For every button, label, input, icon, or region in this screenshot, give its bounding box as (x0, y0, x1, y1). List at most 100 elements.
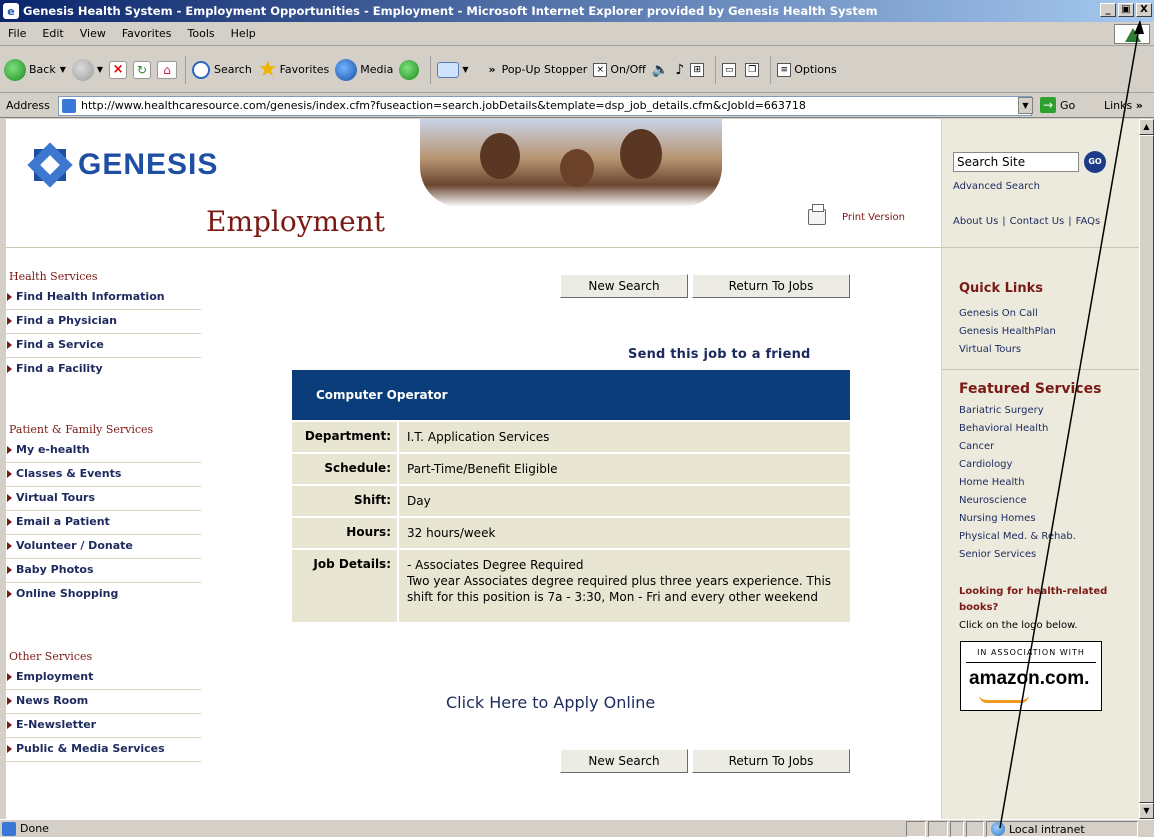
menu-tools[interactable]: Tools (180, 27, 223, 40)
refresh-icon: ↻ (133, 60, 152, 79)
nav-e-newsletter[interactable]: E-Newsletter (6, 714, 201, 738)
menu-bar: File Edit View Favorites Tools Help (0, 22, 1154, 46)
address-input[interactable]: http://www.healthcaresource.com/genesis/… (58, 96, 1032, 116)
mail-button[interactable]: ▼ (437, 61, 468, 78)
quick-link-healthplan[interactable]: Genesis HealthPlan (959, 323, 1056, 341)
folder-button[interactable]: ▭ (722, 62, 739, 77)
popup-onoff-toggle[interactable]: × On/Off (593, 62, 646, 77)
favorites-button[interactable]: ★ Favorites (257, 56, 329, 82)
search-icon (192, 60, 211, 79)
links-chevron: » (1135, 99, 1143, 112)
toolbar-chevron[interactable]: » (488, 63, 495, 76)
send-job-to-friend-link[interactable]: Send this job to a friend (628, 347, 811, 362)
scroll-down-button[interactable]: ▼ (1139, 803, 1154, 819)
nav-email-a-patient[interactable]: Email a Patient (6, 511, 201, 535)
menu-favorites[interactable]: Favorites (114, 27, 180, 40)
featured-neuroscience[interactable]: Neuroscience (959, 492, 1076, 510)
search-button[interactable]: Search (192, 60, 252, 79)
featured-behavioral-health[interactable]: Behavioral Health (959, 420, 1076, 438)
maximize-button[interactable]: ▣ (1118, 3, 1134, 17)
status-bar: Done Local intranet (0, 819, 1154, 837)
featured-cancer[interactable]: Cancer (959, 438, 1076, 456)
forward-button[interactable]: ▼ (71, 58, 103, 81)
back-button[interactable]: Back ▼ (4, 58, 66, 81)
quick-link-virtual-tours[interactable]: Virtual Tours (959, 341, 1056, 359)
nav-classes-events[interactable]: Classes & Events (6, 463, 201, 487)
books-question: Looking for health-related books? (959, 586, 1108, 613)
nav-find-health-information[interactable]: Find Health Information (6, 286, 201, 310)
featured-home-health[interactable]: Home Health (959, 474, 1076, 492)
nav-volunteer-donate[interactable]: Volunteer / Donate (6, 535, 201, 559)
vertical-scrollbar[interactable]: ▲ ▼ (1139, 119, 1154, 819)
browser-window: e Genesis Health System - Employment Opp… (0, 0, 1154, 837)
contact-us-link[interactable]: Contact Us (1010, 216, 1065, 227)
home-button[interactable]: ⌂ (157, 60, 178, 79)
forward-arrow-icon (71, 58, 94, 81)
scroll-thumb[interactable] (1139, 135, 1154, 803)
address-label: Address (6, 99, 50, 112)
nav-online-shopping[interactable]: Online Shopping (6, 583, 201, 607)
page-icon (62, 99, 76, 113)
amazon-logo[interactable]: IN ASSOCIATION WITH amazon.com. (960, 641, 1102, 711)
new-search-button-bottom[interactable]: New Search (560, 749, 688, 773)
featured-nursing-homes[interactable]: Nursing Homes (959, 510, 1076, 528)
return-to-jobs-button[interactable]: Return To Jobs (692, 274, 850, 298)
go-label: Go (1060, 98, 1076, 112)
search-go-button[interactable]: GO (1084, 151, 1106, 173)
nav-find-a-facility[interactable]: Find a Facility (6, 358, 201, 382)
apply-online-link[interactable]: Click Here to Apply Online (446, 693, 655, 712)
about-us-link[interactable]: About Us (953, 216, 998, 227)
return-to-jobs-button-bottom[interactable]: Return To Jobs (692, 749, 850, 773)
links-label: Links (1104, 99, 1133, 112)
department-value: I.T. Application Services (407, 430, 550, 444)
stop-button[interactable]: × (109, 60, 128, 79)
menu-help[interactable]: Help (223, 27, 264, 40)
links-button[interactable]: Links » (1104, 99, 1143, 112)
rail-divider (942, 369, 1139, 370)
print-version-link[interactable]: Print Version (808, 204, 905, 225)
address-dropdown[interactable]: ▼ (1018, 97, 1033, 114)
menu-edit[interactable]: Edit (34, 27, 71, 40)
printer-icon (808, 204, 826, 225)
nav-baby-photos[interactable]: Baby Photos (6, 559, 201, 583)
right-rail: Search Site GO Advanced Search About Us |… (941, 119, 1139, 819)
copy-button[interactable]: ❐ (745, 62, 762, 77)
nav-employment[interactable]: Employment (6, 666, 201, 690)
featured-bariatric-surgery[interactable]: Bariatric Surgery (959, 402, 1076, 420)
popup-stopper-button[interactable]: Pop-Up Stopper (502, 63, 588, 76)
nav-news-room[interactable]: News Room (6, 690, 201, 714)
featured-cardiology[interactable]: Cardiology (959, 456, 1076, 474)
options-button[interactable]: ≡ Options (777, 62, 837, 77)
nav-virtual-tours[interactable]: Virtual Tours (6, 487, 201, 511)
new-search-button[interactable]: New Search (560, 274, 688, 298)
menu-view[interactable]: View (72, 27, 114, 40)
stop-icon: × (109, 60, 128, 79)
shift-value: Day (407, 494, 431, 508)
toolbar-separator (430, 55, 432, 84)
faqs-link[interactable]: FAQs (1076, 216, 1101, 227)
page-title: Employment (206, 205, 385, 238)
scroll-up-button[interactable]: ▲ (1139, 119, 1154, 135)
minimize-button[interactable]: _ (1100, 3, 1116, 17)
music-button[interactable]: ♪ (675, 62, 684, 78)
favorites-star-icon: ★ (257, 56, 278, 82)
featured-senior-services[interactable]: Senior Services (959, 546, 1076, 564)
media-button[interactable]: Media (335, 58, 393, 81)
nav-my-e-health[interactable]: My e-health (6, 439, 201, 463)
search-site-input[interactable]: Search Site (953, 152, 1079, 172)
featured-physical-med-rehab[interactable]: Physical Med. & Rehab. (959, 528, 1076, 546)
nav-find-a-physician[interactable]: Find a Physician (6, 310, 201, 334)
sound-button[interactable]: 🔈 (652, 62, 669, 78)
nav-public-media-services[interactable]: Public & Media Services (6, 738, 201, 762)
close-button[interactable]: X (1136, 3, 1152, 17)
genesis-logo[interactable]: GENESIS (26, 141, 218, 189)
quick-link-genesis-on-call[interactable]: Genesis On Call (959, 305, 1056, 323)
go-button[interactable]: → Go (1040, 97, 1075, 113)
nav-find-a-service[interactable]: Find a Service (6, 334, 201, 358)
advanced-search-link[interactable]: Advanced Search (953, 181, 1040, 192)
shift-label: Shift: (292, 486, 399, 516)
window-tool-button[interactable]: ⊞ (690, 62, 707, 77)
refresh-button[interactable]: ↻ (133, 60, 152, 79)
history-button[interactable] (399, 59, 422, 80)
menu-file[interactable]: File (0, 27, 34, 40)
